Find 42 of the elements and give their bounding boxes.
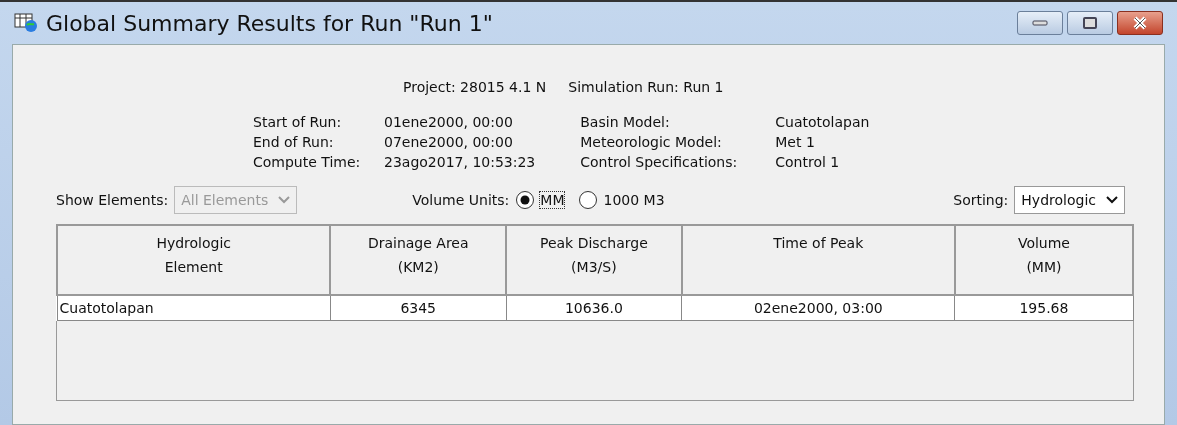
table-globe-icon [14, 13, 38, 33]
info-value: 23ago2017, 10:53:23 [384, 154, 536, 170]
radio-button[interactable] [515, 190, 536, 210]
column-header: Volume (MM) [954, 225, 1133, 295]
minimize-icon [1032, 20, 1048, 26]
show-elements-label: Show Elements: [56, 192, 169, 208]
column-header: Peak Discharge (M3/S) [506, 225, 682, 295]
window-title: Global Summary Results for Run "Run 1" [46, 10, 494, 36]
table-cell: 6345 [330, 295, 506, 321]
info-value: 07ene2000, 00:00 [384, 134, 514, 150]
column-header: Time of Peak [681, 225, 955, 295]
info-label: Meteorologic Model: [580, 134, 723, 150]
info-label: Basin Model: [580, 114, 671, 130]
info-label: Control Specifications: [580, 154, 739, 170]
close-button[interactable] [1117, 11, 1163, 35]
info-value: 01ene2000, 00:00 [384, 114, 514, 130]
column-header: Drainage Area (KM2) [330, 225, 506, 295]
close-icon [1132, 16, 1148, 30]
simulation-run-label: Simulation Run: Run 1 [568, 79, 724, 95]
sorting-label: Sorting: [953, 192, 1009, 208]
info-value: Cuatotolapan [775, 114, 870, 130]
sorting-dropdown[interactable]: Hydrologic [1014, 186, 1125, 214]
table-cell: Cuatotolapan [57, 295, 331, 321]
info-label: End of Run: [253, 134, 335, 150]
info-label: Compute Time: [253, 154, 362, 170]
column-header: Hydrologic Element [57, 225, 331, 295]
radio-button[interactable] [578, 190, 599, 210]
table-cell: 10636.0 [506, 295, 682, 321]
caret-icon [278, 196, 291, 204]
minimize-button[interactable] [1017, 11, 1063, 35]
info-value: Control 1 [775, 154, 841, 170]
info-value: Met 1 [775, 134, 816, 150]
info-label: Start of Run: [253, 114, 343, 130]
caret-icon [1106, 196, 1118, 204]
maximize-icon [1083, 17, 1097, 29]
table-cell: 195.68 [954, 295, 1133, 321]
volume-units-label: Volume Units: [412, 192, 510, 208]
radio-label[interactable]: MM [540, 192, 565, 208]
maximize-button[interactable] [1067, 11, 1113, 35]
table-cell: 02ene2000, 03:00 [681, 295, 955, 321]
project-label: Project: 28015 4.1 N [403, 79, 547, 95]
radio-label[interactable]: 1000 M3 [603, 192, 665, 208]
